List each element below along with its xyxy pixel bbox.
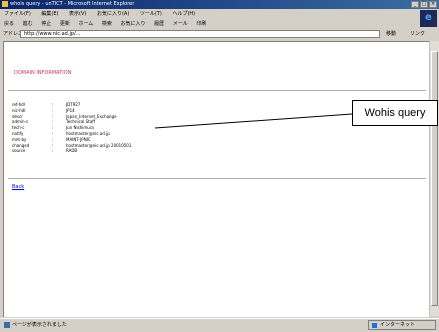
page-done-icon <box>4 322 10 328</box>
callout-label: Wohis query <box>352 100 438 126</box>
zone-text: インターネット <box>380 322 416 328</box>
globe-icon <box>372 323 377 328</box>
security-zone: インターネット <box>368 320 436 330</box>
browser-window: whois query - unTICT - Microsoft Interne… <box>0 0 439 332</box>
status-text: ページが表示されました <box>12 322 67 328</box>
callout-leader-line <box>154 113 353 129</box>
status-bar: ページが表示されました インターネット <box>0 318 439 332</box>
